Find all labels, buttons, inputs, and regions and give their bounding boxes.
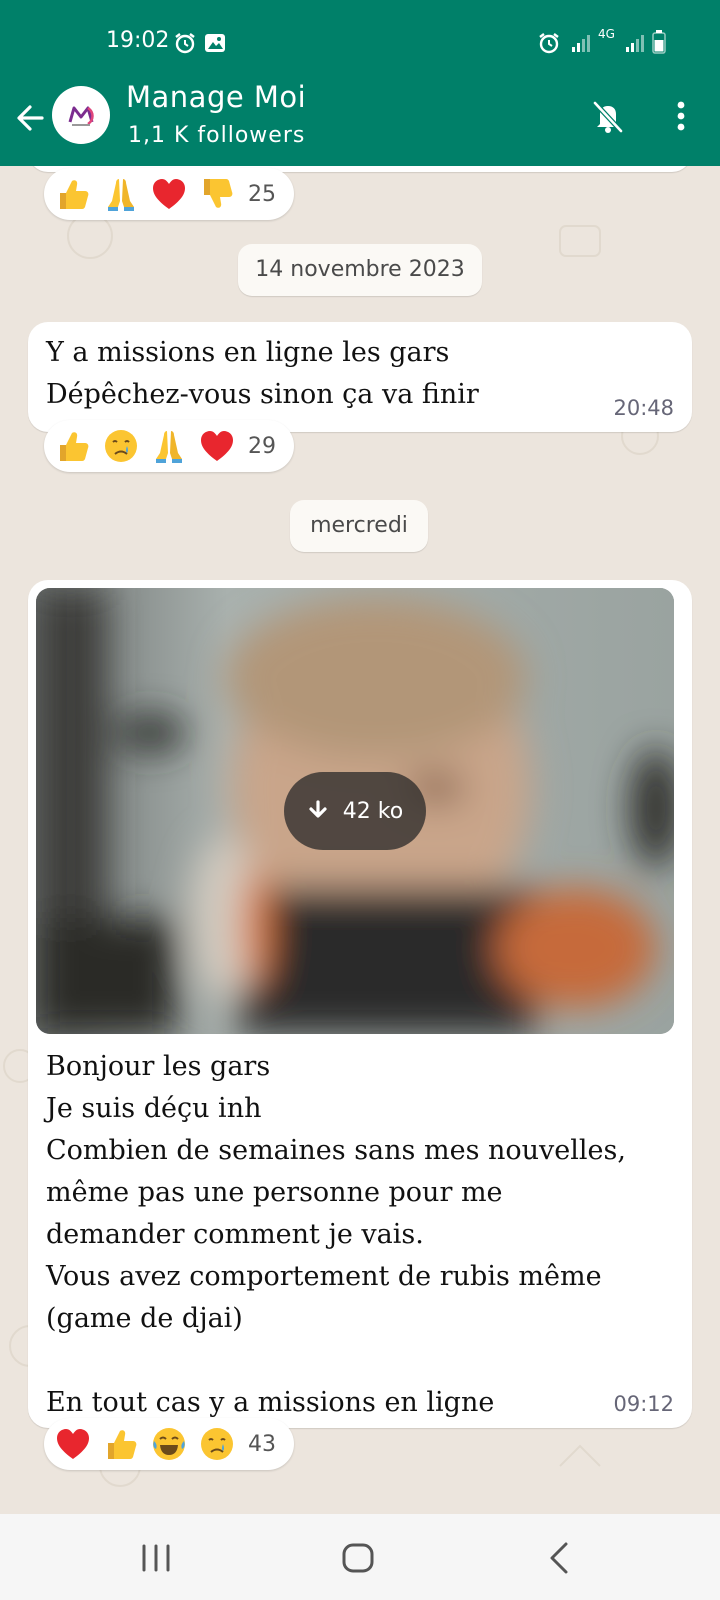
red-heart-emoji-icon: [153, 179, 185, 209]
battery-icon: [652, 30, 666, 54]
crying-face-emoji-icon: [105, 430, 137, 462]
back-arrow-icon[interactable]: [12, 98, 52, 138]
folded-hands-emoji-icon: [156, 431, 182, 463]
channel-logo-icon: [68, 106, 94, 126]
red-heart-emoji-icon: [57, 1429, 89, 1459]
thumbs-up-emoji-icon: [60, 432, 89, 461]
gallery-icon: [205, 34, 225, 52]
date-separator: 14 novembre 2023: [238, 244, 482, 296]
download-arrow-icon: [309, 800, 327, 818]
message-bubble[interactable]: Y a missions en ligne les gars Dépêchez-…: [28, 322, 692, 432]
reactions-bar[interactable]: 25: [44, 168, 294, 220]
channel-avatar[interactable]: [52, 86, 110, 144]
channel-title[interactable]: Manage Moi: [126, 80, 306, 114]
message-time: 09:12: [613, 1392, 674, 1416]
thumbs-up-emoji-icon: [108, 1430, 137, 1459]
alarm-icon-right: [539, 33, 559, 54]
download-button[interactable]: 42 ko: [284, 772, 426, 850]
date-separator: mercredi: [290, 500, 428, 552]
reaction-count: 25: [248, 181, 276, 207]
thumbs-down-emoji-icon: [204, 179, 233, 208]
thumbs-up-emoji-icon: [60, 180, 89, 209]
recent-apps-icon[interactable]: [126, 1536, 186, 1580]
message-bubble-with-image[interactable]: 42 ko Bonjour les gars Je suis déçu inh …: [28, 580, 692, 1428]
back-nav-icon[interactable]: [530, 1536, 590, 1580]
crying-face-emoji-icon: [201, 1428, 233, 1460]
followers-count[interactable]: 1,1 K followers: [128, 123, 305, 148]
reactions-bar[interactable]: 29: [44, 420, 294, 472]
status-time: 19:02: [106, 28, 170, 53]
blurred-photo[interactable]: 42 ko: [36, 588, 674, 1034]
download-size: 42 ko: [342, 798, 404, 824]
reactions-bar[interactable]: 43: [44, 1418, 294, 1470]
chat-area[interactable]: 25 14 novembre 2023 Y a missions en lign…: [0, 166, 720, 1514]
network-type: 4G: [598, 27, 615, 41]
muted-bell-icon[interactable]: [588, 96, 628, 136]
system-navigation-bar: [0, 1514, 720, 1600]
signal-icon: [572, 35, 590, 52]
status-bar: 19:02 4G: [0, 0, 720, 80]
signal-icon-2: [626, 35, 644, 52]
chat-header: Manage Moi 1,1 K followers: [0, 80, 720, 166]
message-time: 20:48: [613, 396, 674, 420]
home-icon[interactable]: [328, 1536, 388, 1580]
reaction-count: 43: [248, 1431, 276, 1457]
message-text: Bonjour les gars Je suis déçu inh Combie…: [46, 1051, 626, 1418]
red-heart-emoji-icon: [201, 431, 233, 461]
folded-hands-emoji-icon: [108, 179, 134, 211]
tears-of-joy-emoji-icon: [153, 1428, 185, 1460]
message-text: Y a missions en ligne les gars Dépêchez-…: [46, 337, 479, 410]
alarm-icon: [175, 33, 195, 54]
reaction-count: 29: [248, 433, 276, 459]
more-options-icon[interactable]: [666, 96, 696, 136]
